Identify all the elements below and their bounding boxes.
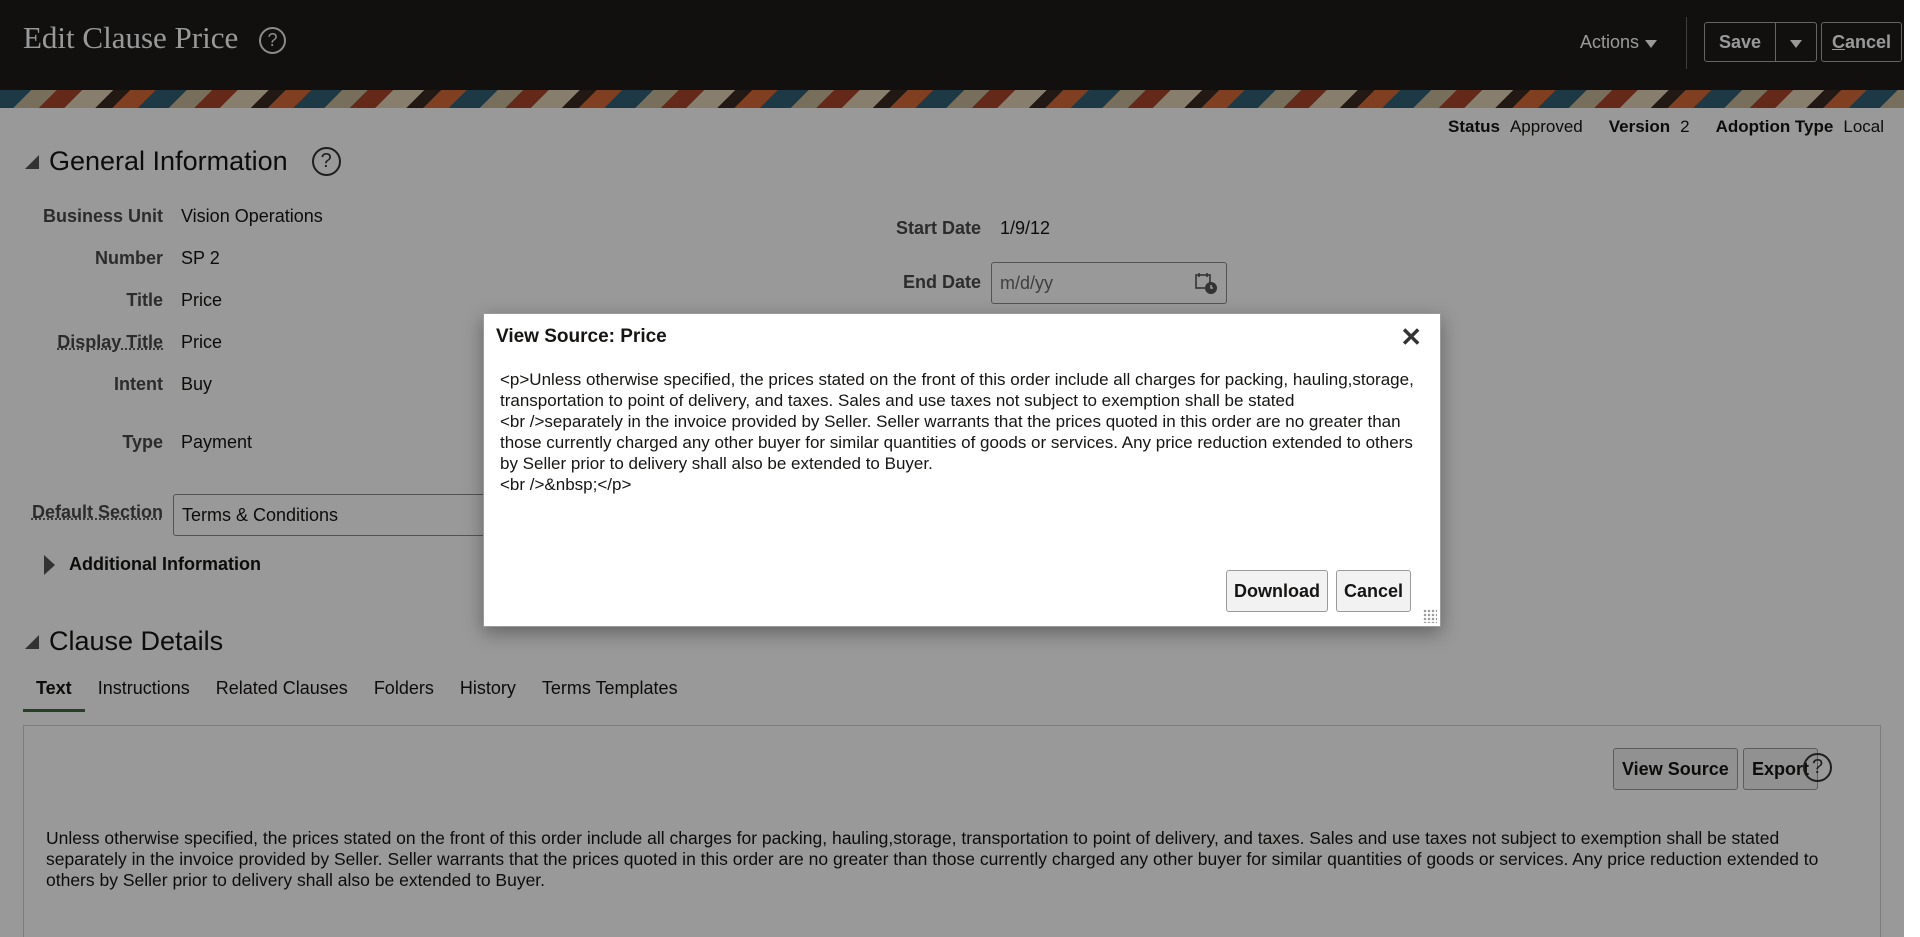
source-text: <p>Unless otherwise specified, the price… [500,369,1420,495]
resize-handle[interactable] [1423,609,1437,623]
close-icon[interactable]: ✕ [1400,322,1422,353]
source-line: <p>Unless otherwise specified, the price… [500,370,1414,410]
dialog-cancel-button[interactable]: Cancel [1336,570,1412,612]
page-scrollbar[interactable] [1904,0,1920,937]
source-line: <br />&nbsp;</p> [500,475,632,494]
download-button[interactable]: Download [1226,570,1328,612]
dialog-title: View Source: Price [496,326,667,347]
view-source-dialog: View Source: Price ✕ <p>Unless otherwise… [483,313,1441,627]
source-line: <br />separately in the invoice provided… [500,412,1413,473]
